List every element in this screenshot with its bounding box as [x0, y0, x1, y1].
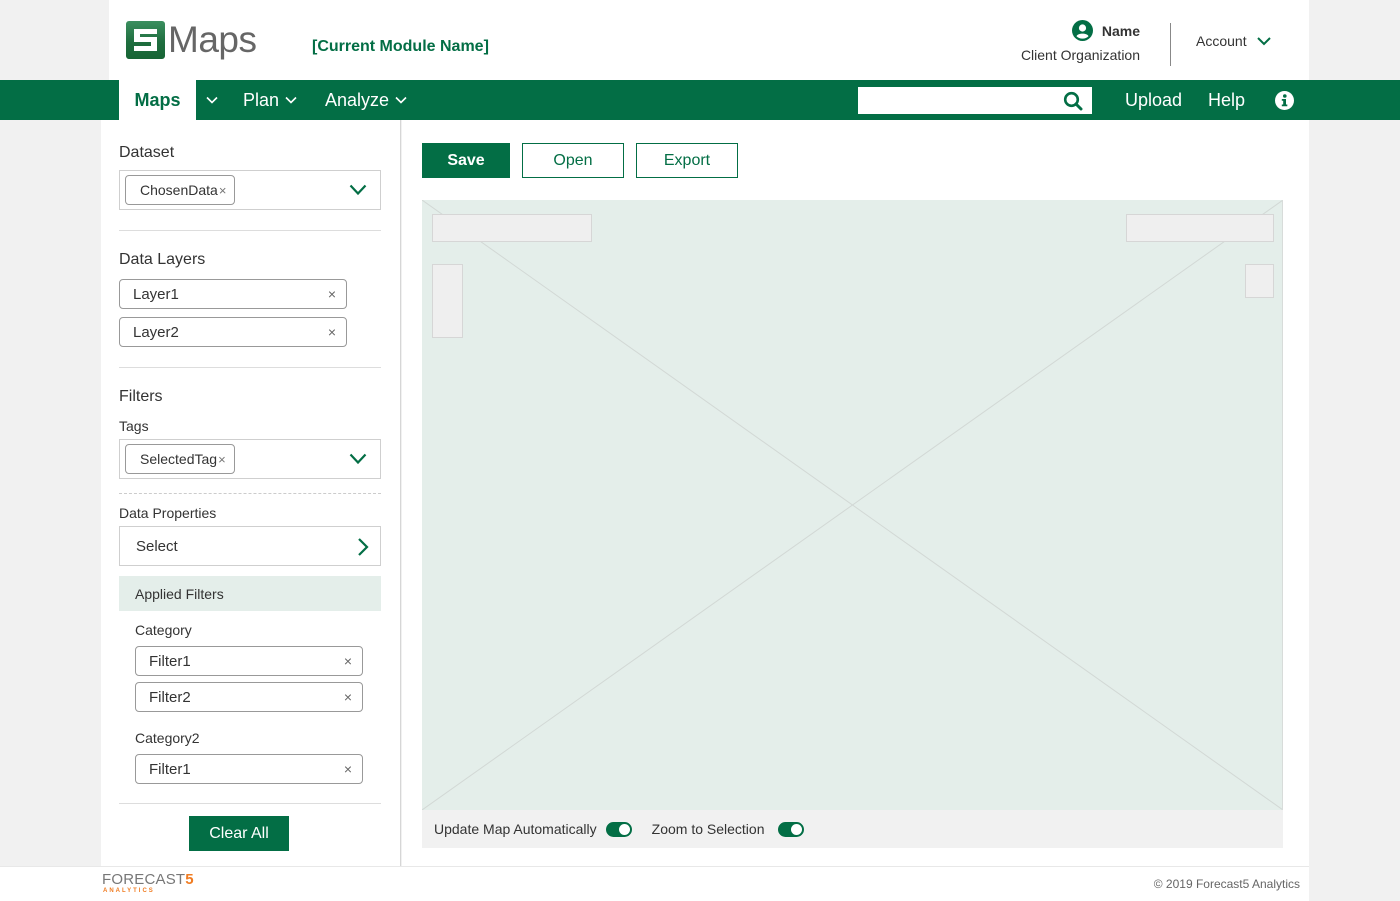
- update-map-automatically-toggle[interactable]: [605, 821, 632, 837]
- category-label: Category2: [135, 730, 200, 746]
- chevron-down-icon[interactable]: [349, 184, 367, 196]
- zoom-to-selection-label: Zoom to Selection: [651, 821, 765, 837]
- applied-filter-label: Filter1: [149, 760, 191, 778]
- dataset-label: Dataset: [119, 144, 175, 161]
- nav-item-analyze[interactable]: Analyze: [325, 80, 407, 120]
- applied-filter-label: Filter1: [149, 652, 191, 670]
- data-layer-item: Layer2 ×: [119, 317, 347, 347]
- dataset-chip: ChosenData ×: [125, 175, 236, 205]
- app-header: Maps [Current Module Name] Name Client O…: [109, 0, 1309, 80]
- applied-filter-item: Filter1 ×: [135, 646, 363, 676]
- nav-item-maps[interactable]: Maps: [119, 80, 196, 120]
- remove-chip-icon[interactable]: ×: [219, 183, 227, 198]
- account-menu[interactable]: Account: [1196, 33, 1271, 49]
- main-content: Save Open Export Update Map Automaticall…: [402, 120, 1309, 866]
- module-name: [Current Module Name]: [312, 38, 489, 55]
- account-label: Account: [1196, 33, 1247, 49]
- applied-filter-item: Filter1 ×: [135, 754, 363, 784]
- remove-layer-icon[interactable]: ×: [328, 324, 336, 340]
- user-name: Name: [1101, 22, 1140, 39]
- applied-filter-item: Filter2 ×: [135, 682, 363, 712]
- chevron-down-icon: [395, 96, 407, 104]
- sidebar: Dataset ChosenData × Data Layers Layer1 …: [101, 120, 401, 866]
- divider: [119, 493, 381, 494]
- app-logo[interactable]: Maps: [126, 19, 257, 60]
- remove-chip-icon[interactable]: ×: [218, 452, 226, 467]
- upload-link[interactable]: Upload: [1125, 80, 1182, 120]
- info-button[interactable]: [1269, 80, 1294, 120]
- client-organization: Client Organization: [1020, 47, 1140, 63]
- chevron-down-icon: [285, 96, 297, 104]
- search-icon[interactable]: [1063, 91, 1083, 111]
- forecast5-brand-text: FORECAST: [102, 871, 186, 888]
- data-layer-label: Layer1: [133, 285, 179, 303]
- applied-filter-label: Filter2: [149, 688, 191, 706]
- header-divider: [1170, 23, 1171, 66]
- nav-item-maps-label: Maps: [134, 90, 181, 110]
- open-button[interactable]: Open: [522, 143, 624, 178]
- map-search-control[interactable]: [432, 214, 592, 242]
- forecast5-brand-digit: 5: [185, 871, 194, 888]
- map-placeholder-graphic: [422, 200, 1283, 810]
- chevron-down-icon: [1256, 36, 1271, 45]
- remove-filter-icon[interactable]: ×: [344, 689, 352, 705]
- data-properties-value: Select: [136, 538, 178, 555]
- export-button[interactable]: Export: [636, 143, 738, 178]
- user-avatar-icon: [1071, 20, 1093, 41]
- tag-chip: SelectedTag ×: [125, 444, 235, 474]
- remove-filter-icon[interactable]: ×: [344, 761, 352, 777]
- app-logo-text: Maps: [168, 19, 257, 60]
- map-canvas[interactable]: [422, 200, 1283, 810]
- divider: [119, 803, 381, 804]
- info-icon: [1275, 90, 1294, 110]
- forecast5-brand-subtitle: ANALYTICS: [103, 888, 155, 894]
- divider: [119, 367, 381, 368]
- page-footer: FORECAST5 ANALYTICS © 2019 Forecast5 Ana…: [0, 866, 1309, 901]
- nav-item-analyze-label: Analyze: [325, 89, 390, 110]
- data-layer-item: Layer1 ×: [119, 279, 347, 309]
- five-logo-icon: [126, 21, 165, 59]
- chevron-down-icon[interactable]: [349, 453, 367, 465]
- forecast5-logo: FORECAST5 ANALYTICS: [102, 871, 194, 895]
- dataset-select[interactable]: ChosenData ×: [119, 170, 381, 210]
- dataset-chip-label: ChosenData: [140, 182, 218, 198]
- main-nav: Maps Plan Analyze Upload Help: [0, 80, 1400, 120]
- help-link[interactable]: Help: [1208, 80, 1245, 120]
- clear-all-button[interactable]: Clear All: [189, 816, 289, 851]
- search-box: [858, 87, 1092, 114]
- update-map-automatically-label: Update Map Automatically: [434, 821, 597, 837]
- divider: [119, 230, 381, 231]
- category-label: Category: [135, 622, 192, 638]
- filters-label: Filters: [119, 388, 163, 405]
- copyright-text: © 2019 Forecast5 Analytics: [1153, 877, 1300, 891]
- zoom-to-selection-toggle[interactable]: [778, 821, 805, 837]
- data-properties-select[interactable]: Select: [119, 526, 381, 566]
- data-layers-label: Data Layers: [119, 251, 206, 268]
- save-button[interactable]: Save: [422, 143, 510, 178]
- chevron-right-icon: [358, 538, 369, 556]
- nav-item-plan[interactable]: Plan: [243, 80, 297, 120]
- user-info: Name Client Organization: [1021, 20, 1140, 63]
- chevron-down-icon: [206, 96, 218, 104]
- search-input[interactable]: [858, 87, 1092, 114]
- remove-filter-icon[interactable]: ×: [344, 653, 352, 669]
- remove-layer-icon[interactable]: ×: [328, 286, 336, 302]
- map-options-bar: Update Map Automatically Zoom to Selecti…: [422, 810, 1283, 848]
- map-zoom-control[interactable]: [432, 264, 463, 338]
- tag-chip-label: SelectedTag: [140, 451, 218, 467]
- tags-label: Tags: [119, 418, 149, 434]
- nav-maps-dropdown[interactable]: [200, 80, 220, 120]
- tags-select[interactable]: SelectedTag ×: [119, 439, 381, 479]
- map-fullscreen-control[interactable]: [1245, 264, 1274, 298]
- data-properties-label: Data Properties: [119, 505, 217, 521]
- data-layer-label: Layer2: [133, 323, 179, 341]
- applied-filters-header: Applied Filters: [119, 576, 381, 611]
- map-layer-control[interactable]: [1126, 214, 1274, 242]
- nav-item-plan-label: Plan: [243, 89, 280, 110]
